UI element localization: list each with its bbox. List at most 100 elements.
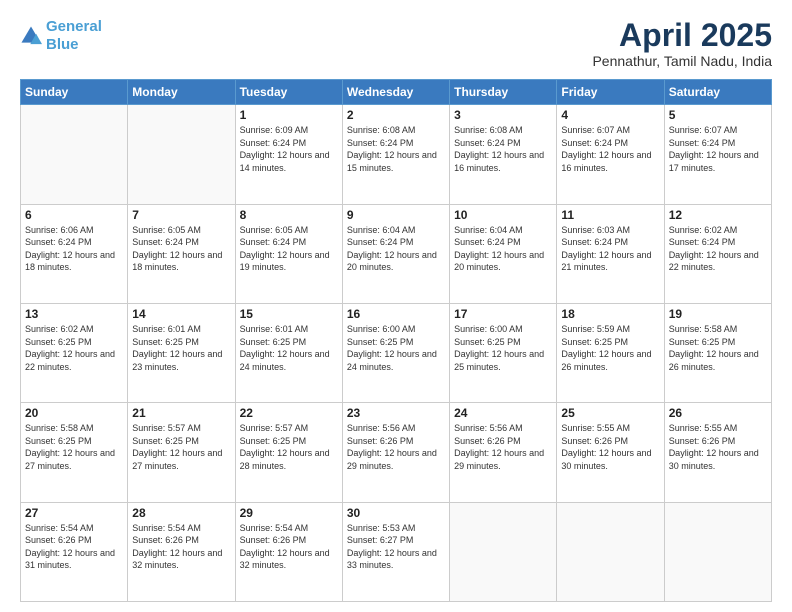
day-detail: Sunrise: 6:04 AM Sunset: 6:24 PM Dayligh… [347, 224, 445, 274]
day-cell: 24 Sunrise: 5:56 AM Sunset: 6:26 PM Dayli… [450, 403, 557, 502]
day-number: 14 [132, 307, 230, 321]
day-number: 7 [132, 208, 230, 222]
day-cell: 30 Sunrise: 5:53 AM Sunset: 6:27 PM Dayli… [342, 502, 449, 601]
day-detail: Sunrise: 5:53 AM Sunset: 6:27 PM Dayligh… [347, 522, 445, 572]
day-cell: 29Sunrise: 5:54 AM Sunset: 6:26 PM Dayli… [235, 502, 342, 601]
day-detail: Sunrise: 6:02 AM Sunset: 6:25 PM Dayligh… [25, 323, 123, 373]
day-cell [664, 502, 771, 601]
day-cell: 18Sunrise: 5:59 AM Sunset: 6:25 PM Dayli… [557, 303, 664, 402]
calendar-table: Sunday Monday Tuesday Wednesday Thursday… [20, 79, 772, 602]
day-detail: Sunrise: 6:01 AM Sunset: 6:25 PM Dayligh… [240, 323, 338, 373]
day-cell: 6 Sunrise: 6:06 AM Sunset: 6:24 PM Daylig… [21, 204, 128, 303]
day-number: 30 [347, 506, 445, 520]
week-row-1: 1Sunrise: 6:09 AM Sunset: 6:24 PM Daylig… [21, 105, 772, 204]
day-number: 19 [669, 307, 767, 321]
day-detail: Sunrise: 5:54 AM Sunset: 6:26 PM Dayligh… [132, 522, 230, 572]
day-cell: 21 Sunrise: 5:57 AM Sunset: 6:25 PM Dayli… [128, 403, 235, 502]
day-detail: Sunrise: 6:08 AM Sunset: 6:24 PM Dayligh… [454, 124, 552, 174]
day-detail: Sunrise: 6:07 AM Sunset: 6:24 PM Dayligh… [669, 124, 767, 174]
day-detail: Sunrise: 5:57 AM Sunset: 6:25 PM Dayligh… [240, 422, 338, 472]
day-number: 24 [454, 406, 552, 420]
day-detail: Sunrise: 5:55 AM Sunset: 6:26 PM Dayligh… [561, 422, 659, 472]
day-number: 3 [454, 108, 552, 122]
day-number: 13 [25, 307, 123, 321]
page: General Blue April 2025 Pennathur, Tamil… [0, 0, 792, 612]
day-detail: Sunrise: 5:59 AM Sunset: 6:25 PM Dayligh… [561, 323, 659, 373]
day-detail: Sunrise: 6:09 AM Sunset: 6:24 PM Dayligh… [240, 124, 338, 174]
day-cell: 1Sunrise: 6:09 AM Sunset: 6:24 PM Daylig… [235, 105, 342, 204]
day-number: 25 [561, 406, 659, 420]
day-cell: 12 Sunrise: 6:02 AM Sunset: 6:24 PM Dayli… [664, 204, 771, 303]
day-detail: Sunrise: 6:01 AM Sunset: 6:25 PM Dayligh… [132, 323, 230, 373]
day-cell [557, 502, 664, 601]
day-detail: Sunrise: 6:02 AM Sunset: 6:24 PM Dayligh… [669, 224, 767, 274]
day-number: 5 [669, 108, 767, 122]
day-cell: 23Sunrise: 5:56 AM Sunset: 6:26 PM Dayli… [342, 403, 449, 502]
week-row-5: 27 Sunrise: 5:54 AM Sunset: 6:26 PM Dayli… [21, 502, 772, 601]
day-number: 21 [132, 406, 230, 420]
day-cell: 16Sunrise: 6:00 AM Sunset: 6:25 PM Dayli… [342, 303, 449, 402]
day-detail: Sunrise: 6:05 AM Sunset: 6:24 PM Dayligh… [240, 224, 338, 274]
day-number: 4 [561, 108, 659, 122]
day-number: 2 [347, 108, 445, 122]
day-cell [128, 105, 235, 204]
day-cell: 15 Sunrise: 6:01 AM Sunset: 6:25 PM Dayli… [235, 303, 342, 402]
day-cell: 11Sunrise: 6:03 AM Sunset: 6:24 PM Dayli… [557, 204, 664, 303]
logo-line1: General [46, 18, 102, 35]
day-cell: 28 Sunrise: 5:54 AM Sunset: 6:26 PM Dayli… [128, 502, 235, 601]
day-number: 28 [132, 506, 230, 520]
day-cell: 7Sunrise: 6:05 AM Sunset: 6:24 PM Daylig… [128, 204, 235, 303]
day-number: 26 [669, 406, 767, 420]
day-detail: Sunrise: 6:04 AM Sunset: 6:24 PM Dayligh… [454, 224, 552, 274]
day-detail: Sunrise: 5:54 AM Sunset: 6:26 PM Dayligh… [25, 522, 123, 572]
col-wednesday: Wednesday [342, 80, 449, 105]
day-cell: 14 Sunrise: 6:01 AM Sunset: 6:25 PM Dayli… [128, 303, 235, 402]
day-cell: 17 Sunrise: 6:00 AM Sunset: 6:25 PM Dayli… [450, 303, 557, 402]
day-cell: 4Sunrise: 6:07 AM Sunset: 6:24 PM Daylig… [557, 105, 664, 204]
day-detail: Sunrise: 6:08 AM Sunset: 6:24 PM Dayligh… [347, 124, 445, 174]
day-number: 9 [347, 208, 445, 222]
day-number: 12 [669, 208, 767, 222]
subtitle: Pennathur, Tamil Nadu, India [592, 53, 772, 69]
day-number: 29 [240, 506, 338, 520]
col-saturday: Saturday [664, 80, 771, 105]
day-detail: Sunrise: 5:57 AM Sunset: 6:25 PM Dayligh… [132, 422, 230, 472]
col-tuesday: Tuesday [235, 80, 342, 105]
day-cell: 8Sunrise: 6:05 AM Sunset: 6:24 PM Daylig… [235, 204, 342, 303]
day-number: 20 [25, 406, 123, 420]
week-row-2: 6 Sunrise: 6:06 AM Sunset: 6:24 PM Daylig… [21, 204, 772, 303]
day-cell: 9 Sunrise: 6:04 AM Sunset: 6:24 PM Daylig… [342, 204, 449, 303]
day-number: 27 [25, 506, 123, 520]
day-detail: Sunrise: 5:56 AM Sunset: 6:26 PM Dayligh… [454, 422, 552, 472]
logo-icon [20, 25, 42, 47]
header: General Blue April 2025 Pennathur, Tamil… [20, 18, 772, 69]
day-cell: 5 Sunrise: 6:07 AM Sunset: 6:24 PM Daylig… [664, 105, 771, 204]
day-cell: 13 Sunrise: 6:02 AM Sunset: 6:25 PM Dayli… [21, 303, 128, 402]
day-cell [450, 502, 557, 601]
logo-text: General Blue [46, 18, 102, 54]
day-detail: Sunrise: 6:06 AM Sunset: 6:24 PM Dayligh… [25, 224, 123, 274]
day-detail: Sunrise: 6:00 AM Sunset: 6:25 PM Dayligh… [347, 323, 445, 373]
day-cell: 26 Sunrise: 5:55 AM Sunset: 6:26 PM Dayli… [664, 403, 771, 502]
day-cell: 20Sunrise: 5:58 AM Sunset: 6:25 PM Dayli… [21, 403, 128, 502]
col-friday: Friday [557, 80, 664, 105]
day-number: 23 [347, 406, 445, 420]
day-detail: Sunrise: 6:03 AM Sunset: 6:24 PM Dayligh… [561, 224, 659, 274]
week-row-4: 20Sunrise: 5:58 AM Sunset: 6:25 PM Dayli… [21, 403, 772, 502]
calendar-header-row: Sunday Monday Tuesday Wednesday Thursday… [21, 80, 772, 105]
day-cell: 3 Sunrise: 6:08 AM Sunset: 6:24 PM Daylig… [450, 105, 557, 204]
day-number: 10 [454, 208, 552, 222]
day-detail: Sunrise: 6:00 AM Sunset: 6:25 PM Dayligh… [454, 323, 552, 373]
day-number: 17 [454, 307, 552, 321]
week-row-3: 13 Sunrise: 6:02 AM Sunset: 6:25 PM Dayli… [21, 303, 772, 402]
day-cell [21, 105, 128, 204]
day-number: 6 [25, 208, 123, 222]
col-sunday: Sunday [21, 80, 128, 105]
day-number: 15 [240, 307, 338, 321]
day-cell: 10 Sunrise: 6:04 AM Sunset: 6:24 PM Dayli… [450, 204, 557, 303]
day-detail: Sunrise: 5:58 AM Sunset: 6:25 PM Dayligh… [669, 323, 767, 373]
day-detail: Sunrise: 5:55 AM Sunset: 6:26 PM Dayligh… [669, 422, 767, 472]
col-thursday: Thursday [450, 80, 557, 105]
main-title: April 2025 [592, 18, 772, 53]
day-cell: 25 Sunrise: 5:55 AM Sunset: 6:26 PM Dayli… [557, 403, 664, 502]
